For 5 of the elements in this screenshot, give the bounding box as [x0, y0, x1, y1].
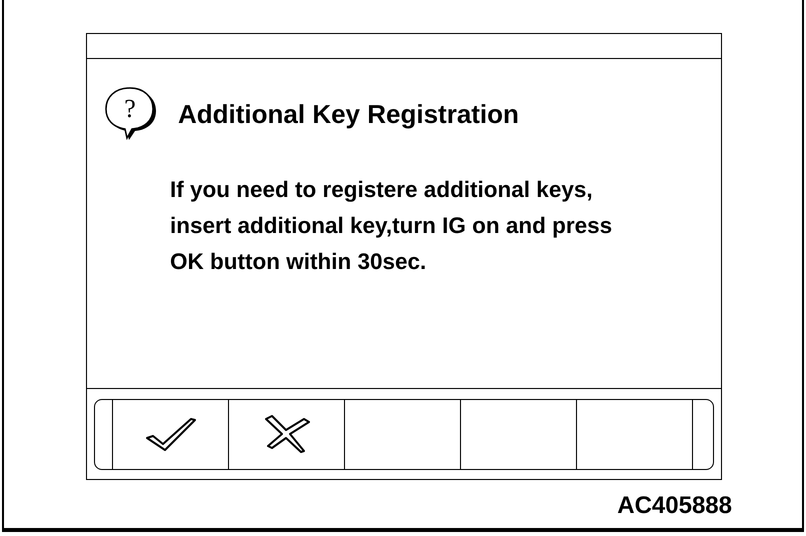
cross-icon: [264, 414, 310, 454]
dialog-title: Additional Key Registration: [178, 98, 519, 130]
figure-id: AC405888: [617, 491, 732, 521]
dialog-message: If you need to registere additional keys, insert additional key,turn IG on and press OK button within 30sec.: [169, 176, 614, 276]
check-icon: [144, 416, 196, 452]
